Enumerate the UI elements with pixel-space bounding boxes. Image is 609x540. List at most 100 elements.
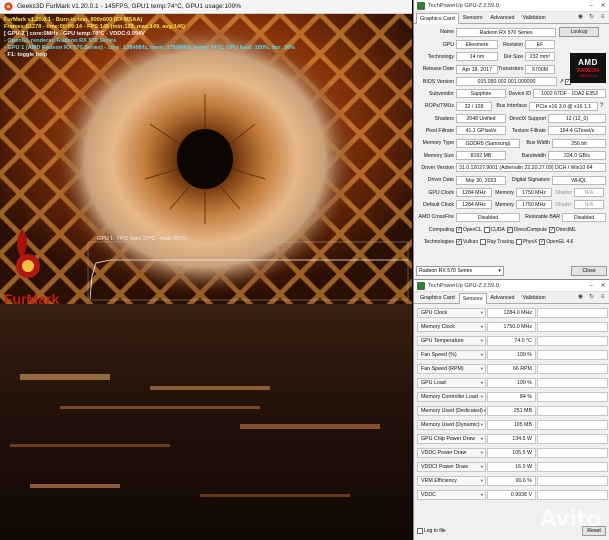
sensor-graph <box>537 476 608 486</box>
gpu-clock-value: 1284 MHz <box>456 188 492 198</box>
gpu-clock-label: GPU Clock <box>428 189 454 196</box>
sensor-graph <box>537 490 608 500</box>
osd-line: [ GPU-Z ] core:0MHz - GPU temp:74°C - VD… <box>4 31 145 37</box>
field-row-driver: Driver Version 31.0.12027.9001 (Adrenali… <box>416 162 607 174</box>
sensor-graph <box>537 406 608 416</box>
sensor-name[interactable]: Fan Speed (%) ▼ <box>417 350 486 360</box>
close-icon[interactable]: ✕ <box>597 2 609 9</box>
refresh-icon[interactable]: ↻ <box>587 293 596 302</box>
log-to-file-checkbox[interactable]: Log to file <box>417 528 446 534</box>
sensor-value: 16.0 W <box>487 462 536 472</box>
sensor-name[interactable]: Fan Speed (RPM) ▼ <box>417 364 486 374</box>
sensor-name[interactable]: VDDC ▼ <box>417 490 486 500</box>
camera-icon[interactable]: ◉ <box>576 293 585 302</box>
amd-logo-brand: AMD <box>578 58 598 67</box>
sensor-name[interactable]: VDDCI Power Draw ▼ <box>417 462 486 472</box>
chevron-down-icon[interactable]: ▼ <box>480 477 485 485</box>
raytracing-checkbox[interactable]: Ray Tracing <box>480 239 514 246</box>
close-button[interactable]: Close <box>571 266 607 276</box>
sensor-graph <box>537 434 608 444</box>
sensor-row: GPU Clock ▼ 1284.0 MHz <box>414 306 609 320</box>
tab-validation[interactable]: Validation <box>519 292 550 303</box>
tab-sensors[interactable]: Sensors <box>459 12 487 23</box>
sensor-name[interactable]: VRM Efficiency ▼ <box>417 476 486 486</box>
menu-icon[interactable]: ≡ <box>598 13 607 22</box>
minimize-icon[interactable]: – <box>585 283 597 289</box>
directx-label: DirectX Support <box>509 115 546 122</box>
sensor-name[interactable]: GPU Clock ▼ <box>417 308 486 318</box>
sensor-name[interactable]: VDDC Power Draw ▼ <box>417 448 486 458</box>
shaders-value: 2048 Unified <box>456 114 506 124</box>
close-icon[interactable]: ✕ <box>597 282 609 289</box>
tab-graphics-card[interactable]: Graphics Card <box>416 13 459 24</box>
directcompute-checkbox[interactable]: ✓ DirectCompute <box>506 226 547 233</box>
tab-graphics-card[interactable]: Graphics Card <box>416 292 459 303</box>
reset-button[interactable]: Reset <box>582 526 606 536</box>
sensor-name[interactable]: GPU Chip Power Draw ▼ <box>417 434 486 444</box>
chevron-down-icon[interactable]: ▼ <box>480 351 485 359</box>
gpuz-card-fields: AMD RADEON GRAPHICS Name Radeon RX 570 S… <box>414 24 609 248</box>
tab-validation[interactable]: Validation <box>519 12 550 23</box>
minimize-icon[interactable]: – <box>585 3 597 9</box>
sensor-row: GPU Temperature ▼ 74.0 °C <box>414 334 609 348</box>
bios-version-label: BIOS Version <box>422 78 454 85</box>
release-date-value: Apr 18, 2017 <box>456 64 498 74</box>
field-row-memsize: Memory Size 8192 MB Bandwidth 224.0 GB/s <box>416 149 607 161</box>
gpuz-sensors-titlebar[interactable]: TechPowerUp GPU-Z 2.59.0 – ✕ <box>414 280 609 292</box>
lookup-button[interactable]: Lookup <box>559 27 599 38</box>
sensor-row: VDDCI Power Draw ▼ 16.0 W <box>414 460 609 474</box>
transistors-value: 5700M <box>525 64 555 74</box>
refresh-icon[interactable]: ↻ <box>587 13 596 22</box>
chevron-down-icon[interactable]: ▼ <box>480 337 485 345</box>
sensor-name[interactable]: Memory Used (Dedicated) ▼ <box>417 406 487 416</box>
sensor-name[interactable]: Memory Controller Load ▼ <box>417 392 486 402</box>
physx-checkbox[interactable]: PhysX <box>515 239 537 246</box>
furmark-titlebar[interactable]: Geeks3D FurMark v1.20.0.1 - 145FPS, GPU1… <box>0 0 412 14</box>
gpuz-app-icon <box>417 1 425 10</box>
shader-clock-value: N/A <box>574 188 604 198</box>
sensor-name-text: Memory Clock <box>421 324 455 330</box>
camera-icon[interactable]: ◉ <box>576 13 585 22</box>
menu-icon[interactable]: ≡ <box>598 293 607 302</box>
sensor-graph <box>537 420 608 430</box>
opencl-checkbox[interactable]: ✓ OpenCL <box>456 226 482 233</box>
chevron-down-icon[interactable]: ▼ <box>480 435 485 443</box>
sensor-name[interactable]: Memory Used (Dynamic) ▼ <box>417 420 486 430</box>
sensor-graph <box>537 350 608 360</box>
sensor-name[interactable]: GPU Temperature ▼ <box>417 336 486 346</box>
tab-sensors[interactable]: Sensors <box>458 293 487 304</box>
opengl-checkbox[interactable]: ✓ OpenGL 4.6 <box>539 239 573 246</box>
gpuz-card-titlebar[interactable]: TechPowerUp GPU-Z 2.59.0 – ✕ <box>414 0 609 12</box>
bios-version-value: 015.050.002.001.000000 <box>456 77 557 87</box>
bus-width-label: Bus Width <box>526 140 550 147</box>
chevron-down-icon[interactable]: ▼ <box>480 393 485 401</box>
chevron-down-icon[interactable]: ▼ <box>480 323 485 331</box>
name-value: Radeon RX 570 Series <box>456 27 556 37</box>
device-id-value: 1002 67DF - 1DA2 E353 <box>533 89 606 99</box>
chevron-down-icon[interactable]: ▼ <box>480 463 485 471</box>
sensor-graph <box>537 322 608 332</box>
chevron-down-icon[interactable]: ▼ <box>480 421 485 429</box>
sensor-name[interactable]: Memory Clock ▼ <box>417 322 486 332</box>
field-row-name: Name Radeon RX 570 Series Lookup <box>416 26 607 38</box>
sensor-value: 251 MB <box>487 406 536 416</box>
cuda-checkbox[interactable]: CUDA <box>483 226 505 233</box>
chevron-down-icon[interactable]: ▼ <box>480 379 485 387</box>
directml-checkbox[interactable]: ✓ DirectML <box>549 226 576 233</box>
sensor-name[interactable]: GPU Load ▼ <box>417 378 486 388</box>
chevron-down-icon[interactable]: ▼ <box>480 365 485 373</box>
help-icon[interactable]: ? <box>600 103 603 109</box>
gpu-select[interactable]: Radeon RX 570 Series ▾ <box>416 266 504 276</box>
default-shader-label: Shader <box>555 201 572 208</box>
furmark-app-icon <box>3 2 13 12</box>
chevron-down-icon[interactable]: ▼ <box>480 309 485 317</box>
tab-advanced[interactable]: Advanced <box>487 12 519 23</box>
osd-line: FurMark v1.20.0.1 - Burn-in test, 800x60… <box>4 17 143 23</box>
chevron-down-icon[interactable]: ▼ <box>480 449 485 457</box>
sensor-row: VRM Efficiency ▼ 90.6 % <box>414 474 609 488</box>
gpuz-card-window: TechPowerUp GPU-Z 2.59.0 – ✕ Graphics Ca… <box>413 0 609 279</box>
chevron-down-icon[interactable]: ▼ <box>480 491 485 499</box>
vulkan-checkbox[interactable]: ✓ Vulkan <box>456 239 478 246</box>
bus-interface-label: Bus Interface <box>496 103 527 110</box>
tab-advanced[interactable]: Advanced <box>487 292 519 303</box>
